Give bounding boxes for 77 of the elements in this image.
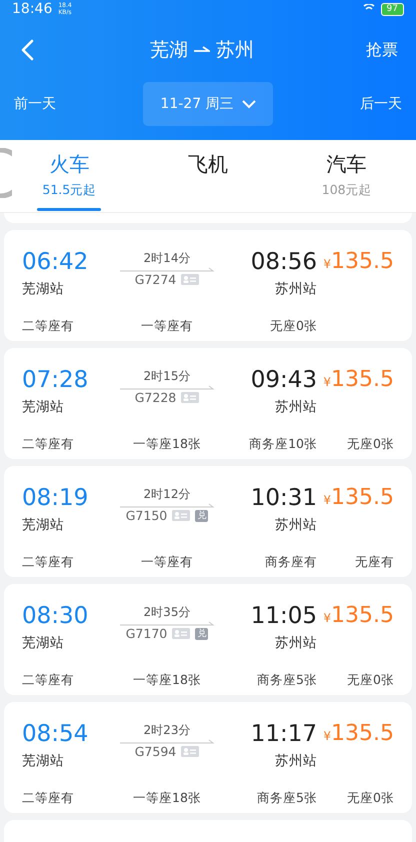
seat-availability: 一等座18张 [133,790,201,807]
seat-availability: 一等座18张 [133,436,201,453]
duration: 2时23分 [144,722,190,739]
seat-availability: 一等座18张 [133,672,201,689]
train-card[interactable]: 06:42 芜湖站 2时14分 G7274 08:56 苏州站 ¥135.5 二等座有 一等座有 无座0张 [4,230,412,341]
duration: 2时14分 [144,250,190,267]
seat-availability: 二等座有 [22,436,74,453]
seat-availability: 无座0张 [347,672,394,689]
departure-time: 08:30 [22,602,90,630]
train-number: G7170 [126,626,168,641]
departure-time: 08:19 [22,484,90,512]
train-card[interactable]: 08:30 芜湖站 2时35分 G7170 兑 11:05 苏州站 ¥135.5 二等座有 一等座18张 商务座5张 无座0张 [4,584,412,695]
arrival-time: 11:17 [250,720,317,748]
train-card[interactable]: 07:28 芜湖站 2时15分 G7228 09:43 苏州站 ¥135.5 二等座有 一等座18张 商务座10张 无座0张 [4,348,412,459]
duration: 2时12分 [144,486,190,503]
price: ¥135.5 [322,720,394,748]
seat-availability: 无座有 [355,554,394,571]
arrival-station: 苏州站 [275,752,317,770]
id-card-icon [172,510,190,521]
seat-availability: 一等座有 [141,554,193,571]
chevron-down-icon [242,100,256,108]
train-number: G7150 [126,508,168,523]
arrival-station: 苏州站 [275,398,317,416]
seat-availability: 无座0张 [347,790,394,807]
departure-station: 芜湖站 [22,516,65,534]
departure-time: 08:54 [22,720,90,748]
arrival-time: 10:31 [250,484,317,512]
train-number: G7228 [134,390,176,405]
price: ¥135.5 [322,602,394,630]
status-time: 18:46 [12,1,52,17]
train-number: G7274 [134,272,176,287]
departure-time: 06:42 [22,248,90,276]
destination-city: 苏州 [216,38,254,63]
arrival-time: 09:43 [250,366,317,394]
arc-icon [0,148,12,198]
battery-level: 97 [380,2,404,16]
seat-availability: 一等座有 [141,318,193,335]
train-card[interactable]: 08:54 芜湖站 2时23分 G7594 11:17 苏州站 ¥135.5 二等座有 一等座18张 商务座5张 无座0张 [4,702,412,813]
price: ¥135.5 [322,248,394,276]
seat-availability: 二等座有 [22,318,74,335]
seat-availability: 无座0张 [270,318,317,335]
train-number: G7594 [134,744,176,759]
id-card-icon [172,628,190,639]
train-card[interactable]: 08:19 芜湖站 2时12分 G7150 兑 10:31 苏州站 ¥135.5 二等座有 一等座有 商务座有 无座有 [4,466,412,577]
arrival-time: 11:05 [250,602,317,630]
departure-station: 芜湖站 [22,280,65,298]
id-card-icon [181,392,200,403]
seat-availability: 商务座有 [265,554,317,571]
next-day-button[interactable]: 后一天 [360,95,402,113]
seat-availability: 二等座有 [22,554,74,571]
departure-time: 07:28 [22,366,90,394]
arrival-time: 08:56 [250,248,317,276]
grab-ticket-button[interactable]: 抢票 [366,40,398,60]
seat-availability: 商务座10张 [249,436,317,453]
arrival-station: 苏州站 [275,634,317,652]
origin-city: 芜湖 [150,38,188,63]
id-card-icon [181,746,200,757]
price: ¥135.5 [322,484,394,512]
exchange-tag: 兑 [195,510,208,522]
arrival-station: 苏州站 [275,516,317,534]
transport-tab[interactable]: 火车 51.5元起 [0,140,139,212]
exchange-tag: 兑 [195,628,208,640]
arrival-station: 苏州站 [275,280,317,298]
transport-tab[interactable]: 飞机 [138,140,278,212]
duration: 2时35分 [144,604,190,621]
seat-availability: 二等座有 [22,672,74,689]
seat-availability: 商务座5张 [257,790,317,807]
seat-availability: 商务座5张 [257,672,317,689]
seat-availability: 二等座有 [22,790,74,807]
departure-station: 芜湖站 [22,398,65,416]
seat-availability: 无座0张 [347,436,394,453]
id-card-icon [181,274,200,285]
duration: 2时15分 [144,368,190,385]
price: ¥135.5 [322,366,394,394]
transport-tab[interactable]: 汽车 108元起 [277,140,416,212]
departure-station: 芜湖站 [22,634,65,652]
departure-station: 芜湖站 [22,752,65,770]
